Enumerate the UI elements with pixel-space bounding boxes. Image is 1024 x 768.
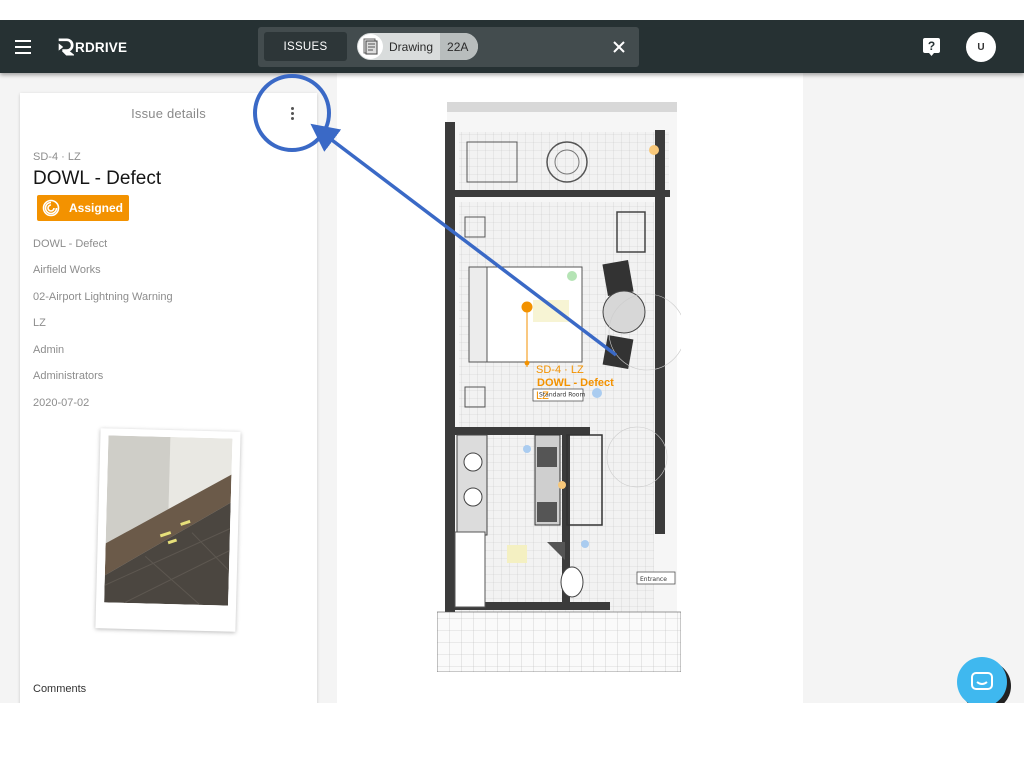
more-vert-icon[interactable] [284, 105, 300, 125]
menu-icon[interactable] [12, 35, 36, 59]
help-icon[interactable]: ? [922, 37, 941, 56]
drawing-chip-count: 22A [440, 33, 479, 60]
tab-issues[interactable]: ISSUES [264, 32, 347, 61]
logo[interactable]: RDRIVE [56, 37, 127, 57]
drawing-chip-label: Drawing [389, 39, 434, 54]
assigned-status-icon [42, 199, 60, 217]
pin-code[interactable]: SD-4 · LZ [536, 364, 584, 376]
entrance-label: Entrance [640, 576, 667, 583]
drawing-chip[interactable]: Drawing 22A [357, 33, 479, 60]
drawing-thumbnail-icon [358, 34, 383, 59]
field-category: Airfield Works [33, 264, 101, 276]
app-window: RDRIVE ISSUES Drawing 22A ? U Issue deta… [0, 20, 1024, 703]
issue-code: SD-4 · LZ [33, 151, 81, 163]
panel-title: Issue details [131, 106, 206, 121]
field-group: Administrators [33, 370, 104, 382]
issue-photo[interactable] [95, 428, 241, 632]
svg-text:?: ? [928, 39, 935, 53]
field-location: LZ [33, 317, 46, 329]
avatar[interactable]: U [966, 32, 996, 62]
drawing-canvas[interactable]: Standard Room Entrance SD-4 · LZ DOWL - … [337, 73, 803, 703]
field-assignee: Admin [33, 344, 65, 356]
tab-bar: ISSUES Drawing 22A [258, 27, 639, 67]
logo-icon [58, 38, 74, 56]
pin-title[interactable]: DOWL - Defect [537, 377, 614, 389]
status-text: Assigned [69, 201, 124, 215]
pin-zone[interactable]: LZ [536, 390, 549, 402]
chat-icon[interactable] [957, 657, 1007, 703]
field-package: 02-Airport Lightning Warning [33, 291, 173, 303]
status-badge[interactable]: Assigned [37, 195, 129, 221]
close-icon[interactable] [610, 38, 628, 56]
field-type: DOWL - Defect [33, 238, 108, 250]
issue-details-panel: Issue details SD-4 · LZ DOWL - Defect As… [20, 93, 317, 703]
photo-image [104, 435, 233, 606]
issue-title: DOWL - Defect [33, 168, 162, 189]
top-bar: RDRIVE ISSUES Drawing 22A ? U [0, 20, 1024, 73]
field-date: 2020-07-02 [33, 397, 90, 409]
comments-label: Comments [33, 683, 87, 695]
logo-text: RDRIVE [75, 39, 128, 55]
